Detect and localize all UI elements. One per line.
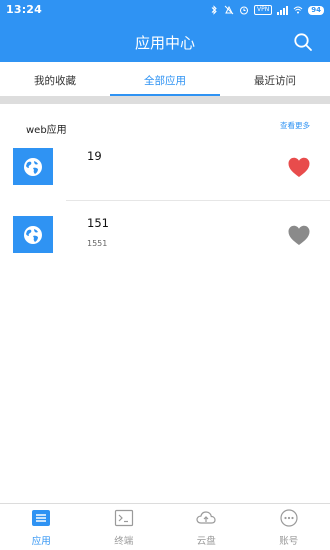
alarm-icon xyxy=(240,6,249,15)
apps-list-icon xyxy=(32,510,51,526)
tab-all-apps[interactable]: 全部应用 xyxy=(110,62,220,96)
nav-label: 账号 xyxy=(279,536,299,547)
cloud-upload-icon xyxy=(196,511,216,524)
wifi-icon xyxy=(293,6,303,14)
nav-label: 终端 xyxy=(114,536,134,547)
globe-icon xyxy=(24,225,42,244)
divider-band xyxy=(0,96,330,104)
status-bar: 13:24 VPN 94 xyxy=(0,0,330,20)
terminal-icon xyxy=(114,509,133,527)
battery-indicator: 94 xyxy=(308,5,324,15)
more-dots-icon xyxy=(280,509,298,527)
nav-apps[interactable]: 应用 xyxy=(0,504,83,550)
heart-icon[interactable] xyxy=(287,224,311,246)
tab-recent[interactable]: 最近访问 xyxy=(220,62,330,96)
mute-icon xyxy=(224,5,234,15)
tab-bar: 我的收藏 全部应用 最近访问 xyxy=(0,62,330,96)
nav-terminal[interactable]: 终端 xyxy=(83,504,166,550)
app-subtitle: 1551 xyxy=(87,239,108,248)
page-title: 应用中心 xyxy=(134,34,195,52)
app-item[interactable]: 19 xyxy=(0,148,330,203)
nav-account[interactable]: 账号 xyxy=(248,504,330,550)
app-name: 151 xyxy=(87,216,109,230)
list-divider xyxy=(66,200,330,201)
nav-label: 应用 xyxy=(31,536,51,547)
signal-icon xyxy=(277,5,289,15)
heart-icon[interactable] xyxy=(287,156,311,178)
app-header: 13:24 VPN 94 应用中心 xyxy=(0,0,330,62)
section-title: web应用 xyxy=(26,125,67,136)
app-item[interactable]: 151 1551 xyxy=(0,216,330,271)
status-time: 13:24 xyxy=(6,3,43,16)
vpn-badge: VPN xyxy=(254,5,273,15)
app-name: 19 xyxy=(87,149,102,163)
tab-favorites[interactable]: 我的收藏 xyxy=(0,62,110,96)
bottom-nav: 应用 终端 云盘 账号 xyxy=(0,503,330,550)
app-icon xyxy=(13,148,53,185)
globe-icon xyxy=(24,157,42,176)
nav-cloud[interactable]: 云盘 xyxy=(165,504,248,550)
app-icon xyxy=(13,216,53,253)
status-icons: VPN 94 xyxy=(209,3,324,17)
nav-label: 云盘 xyxy=(196,536,216,547)
view-more-link[interactable]: 查看更多 xyxy=(280,120,310,131)
app-root: 13:24 VPN 94 应用中心 我的收藏 全部应用 最近访问 web应用 查… xyxy=(0,0,330,550)
bluetooth-icon xyxy=(211,5,217,15)
search-icon[interactable] xyxy=(293,32,313,52)
